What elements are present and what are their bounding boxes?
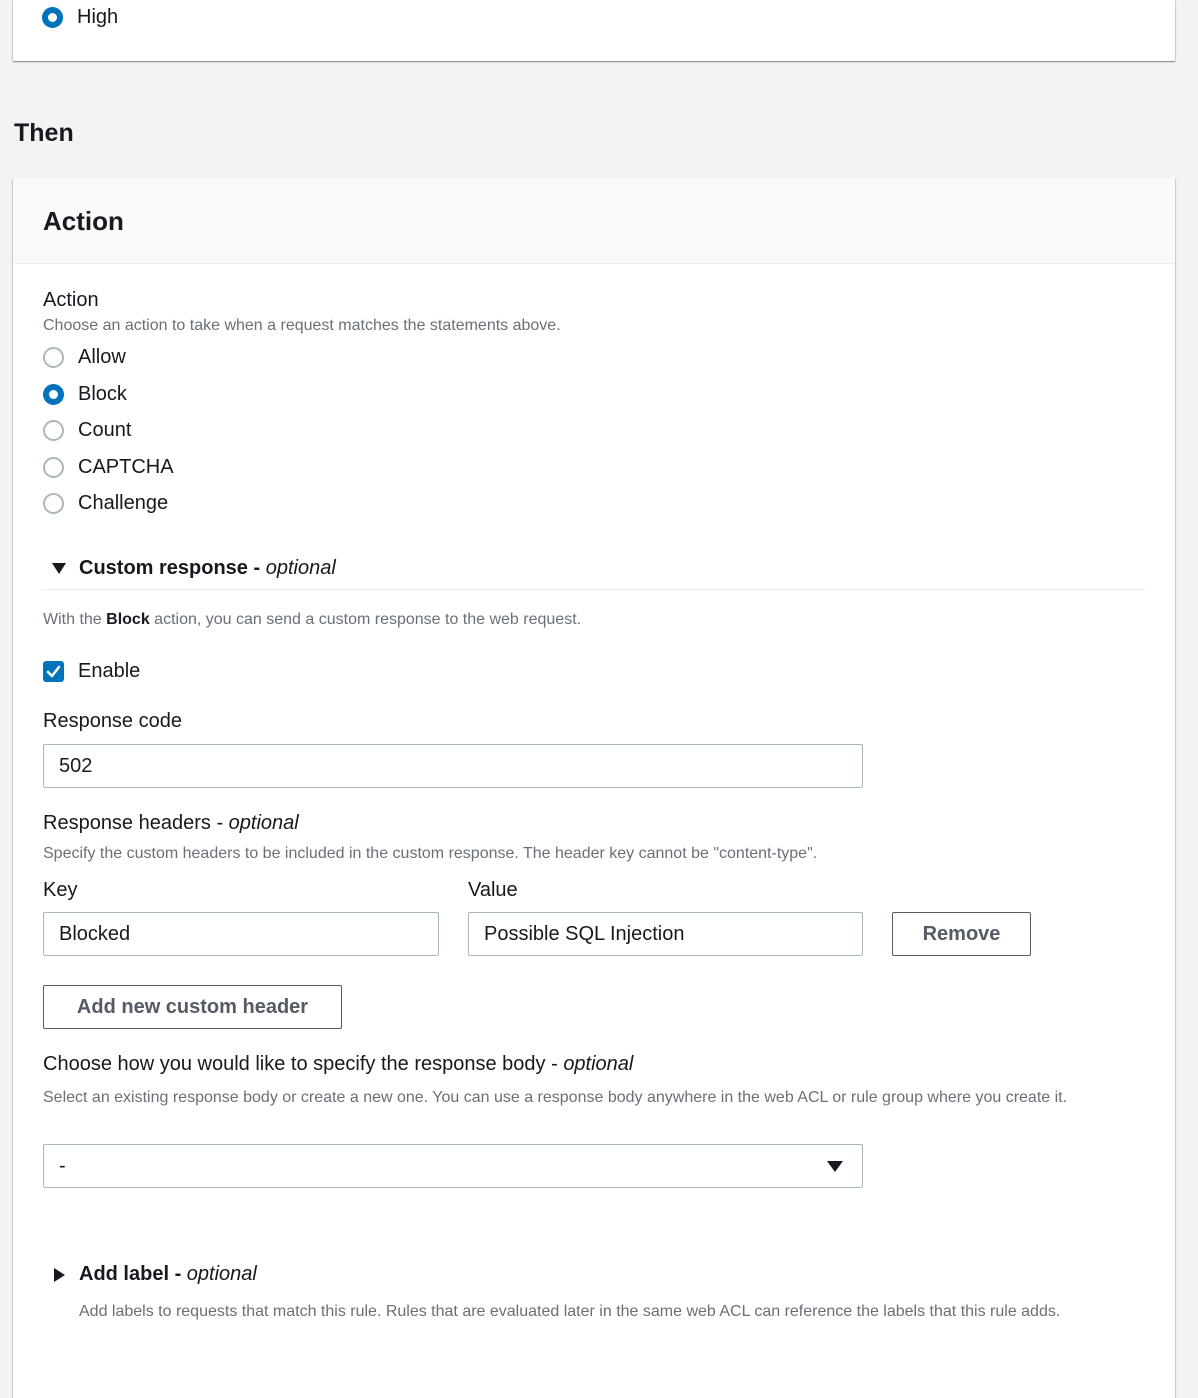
radio-captcha-label: CAPTCHA: [78, 455, 174, 478]
response-headers-optional: optional: [228, 812, 299, 834]
response-body-select[interactable]: -: [43, 1144, 863, 1188]
response-body-separator: -: [545, 1053, 564, 1075]
add-custom-header-button[interactable]: Add new custom header: [43, 985, 342, 1029]
key-column-label: Key: [43, 879, 78, 901]
custom-response-divider: [43, 589, 1145, 590]
enable-checkbox[interactable]: [43, 661, 64, 682]
intro-text-bold: Block: [106, 611, 150, 628]
chevron-right-icon[interactable]: [54, 1268, 65, 1282]
add-label-description: Add labels to requests that match this r…: [79, 1303, 1061, 1320]
action-card-title: Action: [43, 206, 124, 236]
then-heading: Then: [14, 119, 74, 147]
header-value-input[interactable]: Possible SQL Injection: [468, 912, 863, 956]
radio-high[interactable]: [42, 7, 63, 28]
response-body-label: Choose how you would like to specify the…: [43, 1053, 633, 1076]
radio-challenge[interactable]: [43, 493, 64, 514]
custom-response-toggle[interactable]: Custom response - optional: [79, 557, 336, 580]
custom-response-intro: With the Block action, you can send a cu…: [43, 611, 581, 629]
enable-label: Enable: [78, 660, 141, 682]
radio-allow-label: Allow: [78, 346, 126, 368]
checkmark-icon: [46, 665, 61, 678]
action-field-description: Choose an action to take when a request …: [43, 317, 561, 334]
add-label-title: Add label: [79, 1263, 170, 1285]
action-card-header: Action: [13, 178, 1175, 264]
radio-count[interactable]: [43, 420, 64, 441]
response-body-description: Select an existing response body or crea…: [43, 1089, 1068, 1106]
radio-allow[interactable]: [43, 347, 64, 368]
caret-down-icon[interactable]: [827, 1161, 843, 1172]
response-headers-title: Response headers: [43, 812, 211, 834]
intro-text-after: action, you can send a custom response t…: [149, 611, 582, 628]
chevron-down-icon[interactable]: [52, 563, 66, 574]
radio-block-label: Block: [78, 382, 127, 405]
custom-response-title-separator: -: [247, 557, 266, 579]
response-headers-label: Response headers - optional: [43, 812, 299, 835]
custom-response-title: Custom response: [79, 557, 248, 579]
remove-header-button[interactable]: Remove: [892, 912, 1031, 956]
response-headers-separator: -: [210, 812, 229, 834]
add-label-toggle[interactable]: Add label - optional: [79, 1263, 257, 1286]
intro-text-before: With the: [43, 611, 107, 628]
response-body-optional: optional: [563, 1053, 634, 1075]
radio-challenge-label: Challenge: [78, 492, 169, 514]
response-body-select-value: -: [59, 1154, 66, 1177]
response-headers-description: Specify the custom headers to be include…: [43, 845, 818, 862]
radio-high-label: High: [77, 6, 119, 28]
radio-block[interactable]: [43, 383, 64, 405]
action-card: Action Action Choose an action to take w…: [13, 178, 1175, 1398]
sensitivity-card: High: [13, 0, 1175, 61]
header-key-input[interactable]: Blocked: [43, 912, 439, 956]
custom-response-optional: optional: [265, 557, 336, 579]
add-label-separator: -: [169, 1263, 187, 1285]
response-code-input[interactable]: 502: [43, 744, 863, 788]
value-column-label: Value: [468, 879, 518, 901]
add-label-optional: optional: [186, 1263, 257, 1285]
radio-count-label: Count: [78, 419, 132, 441]
response-code-label: Response code: [43, 710, 182, 732]
action-field-label: Action: [43, 289, 99, 311]
radio-captcha[interactable]: [43, 456, 64, 478]
response-body-title: Choose how you would like to specify the…: [43, 1053, 546, 1075]
